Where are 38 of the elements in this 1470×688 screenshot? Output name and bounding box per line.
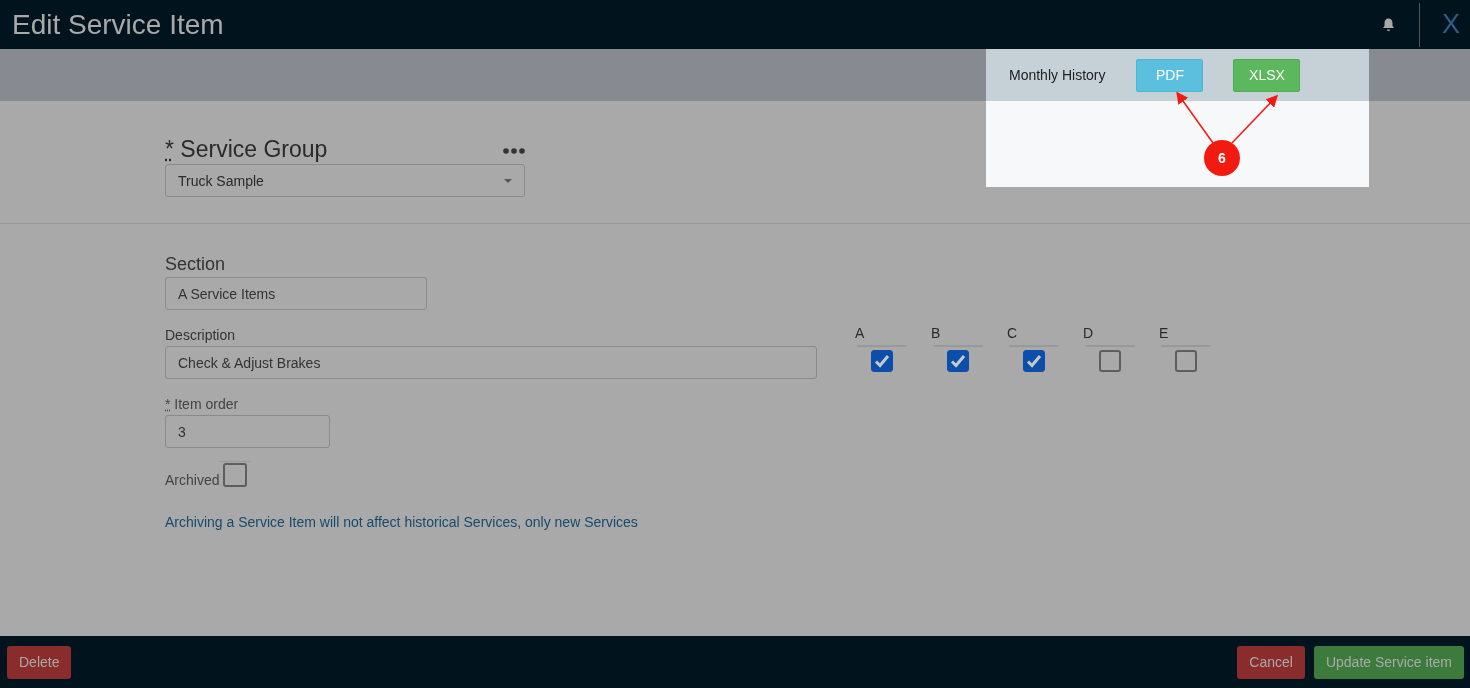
- check-icon: [950, 354, 966, 368]
- pdf-button[interactable]: PDF: [1136, 58, 1204, 92]
- checkbox[interactable]: [1175, 350, 1197, 372]
- field-label: Archived: [165, 472, 220, 488]
- section-field[interactable]: A Service Items: [165, 277, 427, 310]
- annotation-arrow: [1231, 94, 1279, 144]
- service-group-dropdown[interactable]: Truck Sample: [165, 164, 525, 197]
- info-text: Archiving a Service Item will not affect historical Services, only new Services: [165, 514, 639, 530]
- xlsx-button[interactable]: XLSX: [1233, 58, 1301, 92]
- field-label: Section: [165, 254, 227, 275]
- field-label: * Item order: [165, 396, 240, 412]
- step-badge: 6: [1204, 140, 1240, 176]
- field-label: Description: [165, 327, 237, 343]
- field-label: * Service Group: [165, 136, 328, 163]
- check-icon: [1026, 354, 1042, 368]
- close-button[interactable]: X: [1442, 9, 1460, 40]
- update-button[interactable]: Update Service item: [1313, 645, 1464, 679]
- description-field[interactable]: Check & Adjust Brakes: [165, 346, 817, 379]
- toolbar-label: Monthly History: [1009, 67, 1106, 83]
- window-title: Edit Service Item: [12, 8, 225, 41]
- class-label: E: [1159, 325, 1170, 341]
- bell-icon[interactable]: [1382, 17, 1395, 32]
- check-icon: [874, 354, 890, 368]
- class-label: C: [1007, 325, 1019, 341]
- checkbox[interactable]: [223, 463, 248, 487]
- more-icon[interactable]: [503, 148, 525, 154]
- class-label: A: [855, 325, 866, 341]
- checkbox[interactable]: [871, 350, 893, 372]
- class-label: B: [931, 325, 942, 341]
- checkbox[interactable]: [1099, 350, 1121, 372]
- class-label: D: [1083, 325, 1095, 341]
- checkbox[interactable]: [1023, 350, 1045, 372]
- item-order-field[interactable]: 3: [165, 415, 330, 448]
- caret-icon: [504, 178, 512, 183]
- checkbox[interactable]: [947, 350, 969, 372]
- delete-button[interactable]: Delete: [7, 645, 72, 679]
- cancel-button[interactable]: Cancel: [1237, 645, 1305, 679]
- annotation-arrow: [1176, 91, 1214, 144]
